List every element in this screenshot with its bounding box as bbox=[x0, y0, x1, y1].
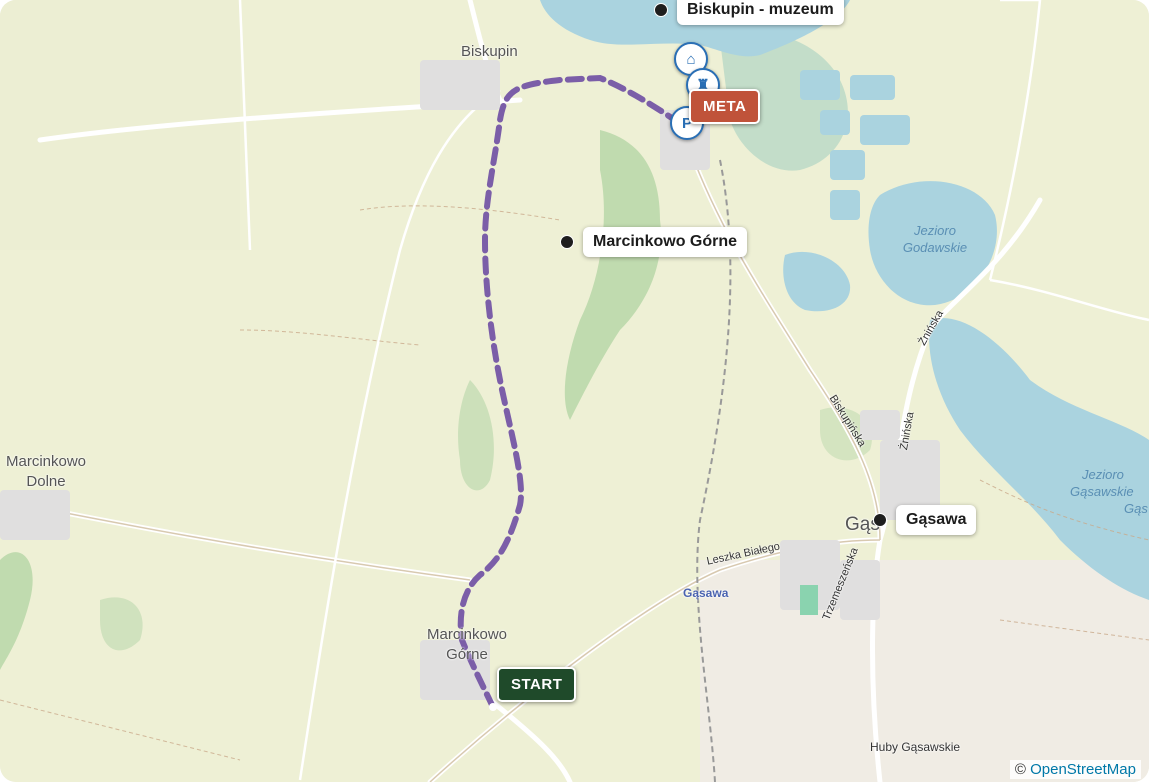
place-label-gasawa-station: Gąsawa bbox=[683, 586, 729, 600]
place-label-huby: Huby Gąsawskie bbox=[870, 740, 961, 754]
poi-biskupin-muzeum[interactable]: Biskupin - muzeum bbox=[654, 0, 844, 25]
place-label-line: Marcinkowo bbox=[5, 453, 87, 470]
openstreetmap-link[interactable]: OpenStreetMap bbox=[1030, 761, 1136, 778]
poi-dot-icon bbox=[654, 3, 668, 17]
poi-label: Marcinkowo Górne bbox=[583, 227, 748, 257]
place-label-line: Górne bbox=[446, 646, 488, 663]
water-label-godawskie: Jezioro Godawskie bbox=[895, 222, 975, 256]
poi-dot-icon bbox=[560, 235, 574, 249]
map-attribution: © OpenStreetMap bbox=[1009, 760, 1141, 779]
water-label-line: Jezioro bbox=[1082, 467, 1124, 482]
poi-marcinkowo-gorne[interactable]: Marcinkowo Górne bbox=[560, 227, 748, 257]
copyright-symbol: © bbox=[1014, 761, 1026, 778]
water-label-gasawskie: Jezioro Gąsawskie Gąs bbox=[1070, 466, 1149, 517]
poi-gasawa[interactable]: Gąsawa bbox=[873, 505, 977, 535]
place-label-line: Dolne bbox=[26, 473, 66, 490]
route-start-flag[interactable]: START bbox=[497, 667, 577, 702]
place-label-line: Marcinkowo bbox=[426, 626, 508, 643]
poi-dot-icon bbox=[873, 513, 887, 527]
water-label-line: Gąsawskie bbox=[1070, 484, 1134, 499]
poi-label: Gąsawa bbox=[896, 505, 977, 535]
water-label-line: Gąs bbox=[1124, 501, 1148, 516]
place-label-marcinkowo-gorne: Marcinkowo Górne bbox=[417, 625, 517, 665]
water-label-line: Jezioro bbox=[914, 223, 956, 238]
poi-label: Biskupin - muzeum bbox=[677, 0, 844, 25]
route-end-flag[interactable]: META bbox=[689, 89, 761, 124]
map-tiles bbox=[0, 0, 1149, 782]
map-canvas[interactable]: Biskupin Marcinkowo Dolne Marcinkowo Gór… bbox=[0, 0, 1149, 782]
place-label-marcinkowo-dolne: Marcinkowo Dolne bbox=[0, 452, 92, 492]
route-start-point bbox=[489, 703, 497, 711]
water-label-line: Godawskie bbox=[902, 240, 968, 255]
place-label-biskupin: Biskupin bbox=[461, 43, 518, 60]
museum-icon: ⌂ bbox=[686, 50, 696, 68]
